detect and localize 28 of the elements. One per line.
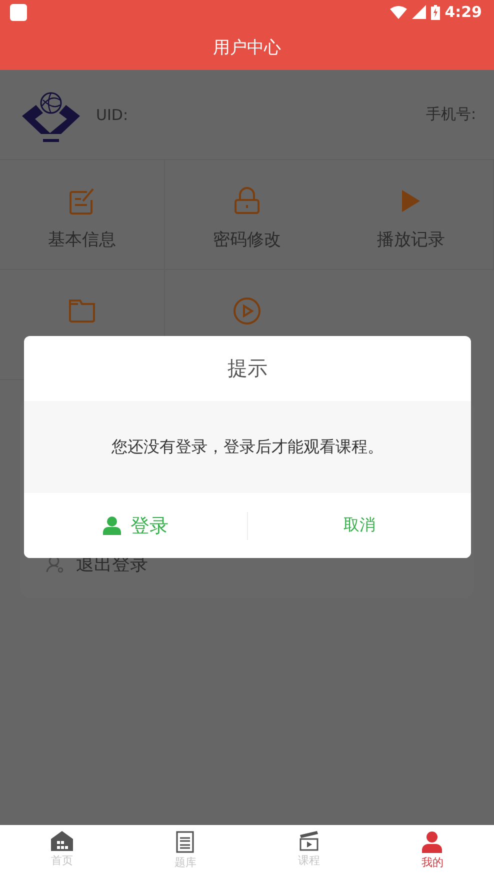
notification-icon: [10, 4, 27, 20]
tab-item[interactable]: 首页: [0, 825, 124, 876]
edit-icon: [68, 187, 95, 215]
lock-icon: [234, 187, 260, 215]
uid-label: UID:: [96, 106, 128, 124]
battery-icon: [430, 4, 440, 20]
play-circle-icon: [232, 297, 261, 325]
tab-item[interactable]: 题库: [124, 825, 247, 876]
menu-item[interactable]: 播放记录: [329, 160, 494, 270]
list-icon: [176, 831, 194, 853]
signal-icon: [412, 5, 426, 19]
user-icon: [46, 555, 64, 573]
home-icon: [50, 831, 73, 851]
folder-icon: [68, 299, 96, 323]
person-icon: [422, 831, 442, 853]
dialog-title: 提示: [228, 355, 268, 382]
page-title: 用户中心: [213, 36, 281, 58]
phone-label: 手机号:: [426, 105, 476, 124]
dialog-message: 您还没有登录，登录后才能观看课程。: [112, 436, 384, 458]
tab-item[interactable]: 我的: [370, 825, 494, 876]
tab-item[interactable]: 课程: [247, 825, 370, 876]
wifi-icon: [390, 6, 407, 18]
menu-item[interactable]: 密码修改: [164, 160, 330, 270]
menu-item[interactable]: 基本信息: [0, 160, 165, 270]
clapper-icon: [298, 831, 319, 851]
play-icon: [402, 190, 420, 212]
clock-time: 4:29: [444, 3, 482, 21]
person-icon: [102, 516, 120, 535]
